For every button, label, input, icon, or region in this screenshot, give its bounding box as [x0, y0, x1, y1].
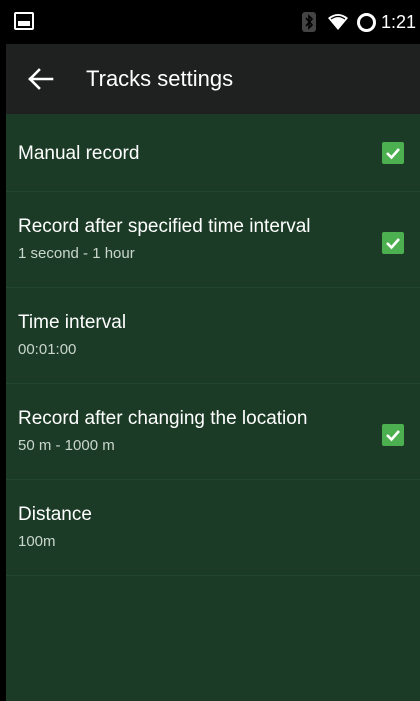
notification-icon	[14, 12, 34, 30]
setting-summary: 50 m - 1000 m	[18, 437, 115, 454]
setting-label: Distance	[18, 504, 92, 525]
setting-record-time-interval[interactable]: Record after specified time interval 1 s…	[6, 192, 420, 288]
setting-label: Time interval	[18, 312, 127, 333]
sync-icon	[356, 12, 376, 32]
toolbar: Tracks settings	[6, 44, 420, 114]
setting-label: Record after changing the location	[18, 408, 308, 429]
checkmark-icon	[386, 430, 400, 442]
setting-label: Manual record	[18, 143, 140, 164]
setting-summary: 100m	[18, 533, 56, 550]
record-location-checkbox[interactable]	[382, 424, 404, 446]
status-time: 1:21	[380, 11, 416, 32]
checkmark-icon	[386, 238, 400, 250]
status-bar: 1:21	[6, 0, 420, 44]
manual-record-checkbox[interactable]	[382, 142, 404, 164]
settings-list: Manual record Record after specified tim…	[6, 114, 420, 576]
setting-label: Record after specified time interval	[18, 216, 311, 237]
record-time-interval-checkbox[interactable]	[382, 232, 404, 254]
status-icons: 1:21	[301, 10, 416, 34]
setting-record-location-change[interactable]: Record after changing the location 50 m …	[6, 384, 420, 480]
bluetooth-icon	[301, 12, 316, 32]
wifi-icon	[327, 14, 348, 30]
arrow-left-icon[interactable]	[26, 64, 56, 94]
setting-distance[interactable]: Distance 100m	[6, 480, 420, 576]
setting-manual-record[interactable]: Manual record	[6, 114, 420, 192]
setting-summary: 1 second - 1 hour	[18, 245, 135, 262]
page-title: Tracks settings	[86, 66, 234, 91]
setting-time-interval[interactable]: Time interval 00:01:00	[6, 288, 420, 384]
setting-summary: 00:01:00	[18, 341, 77, 358]
app-window: 1:21 Tracks settings Manual record Recor…	[6, 0, 420, 701]
checkmark-icon	[386, 148, 400, 160]
